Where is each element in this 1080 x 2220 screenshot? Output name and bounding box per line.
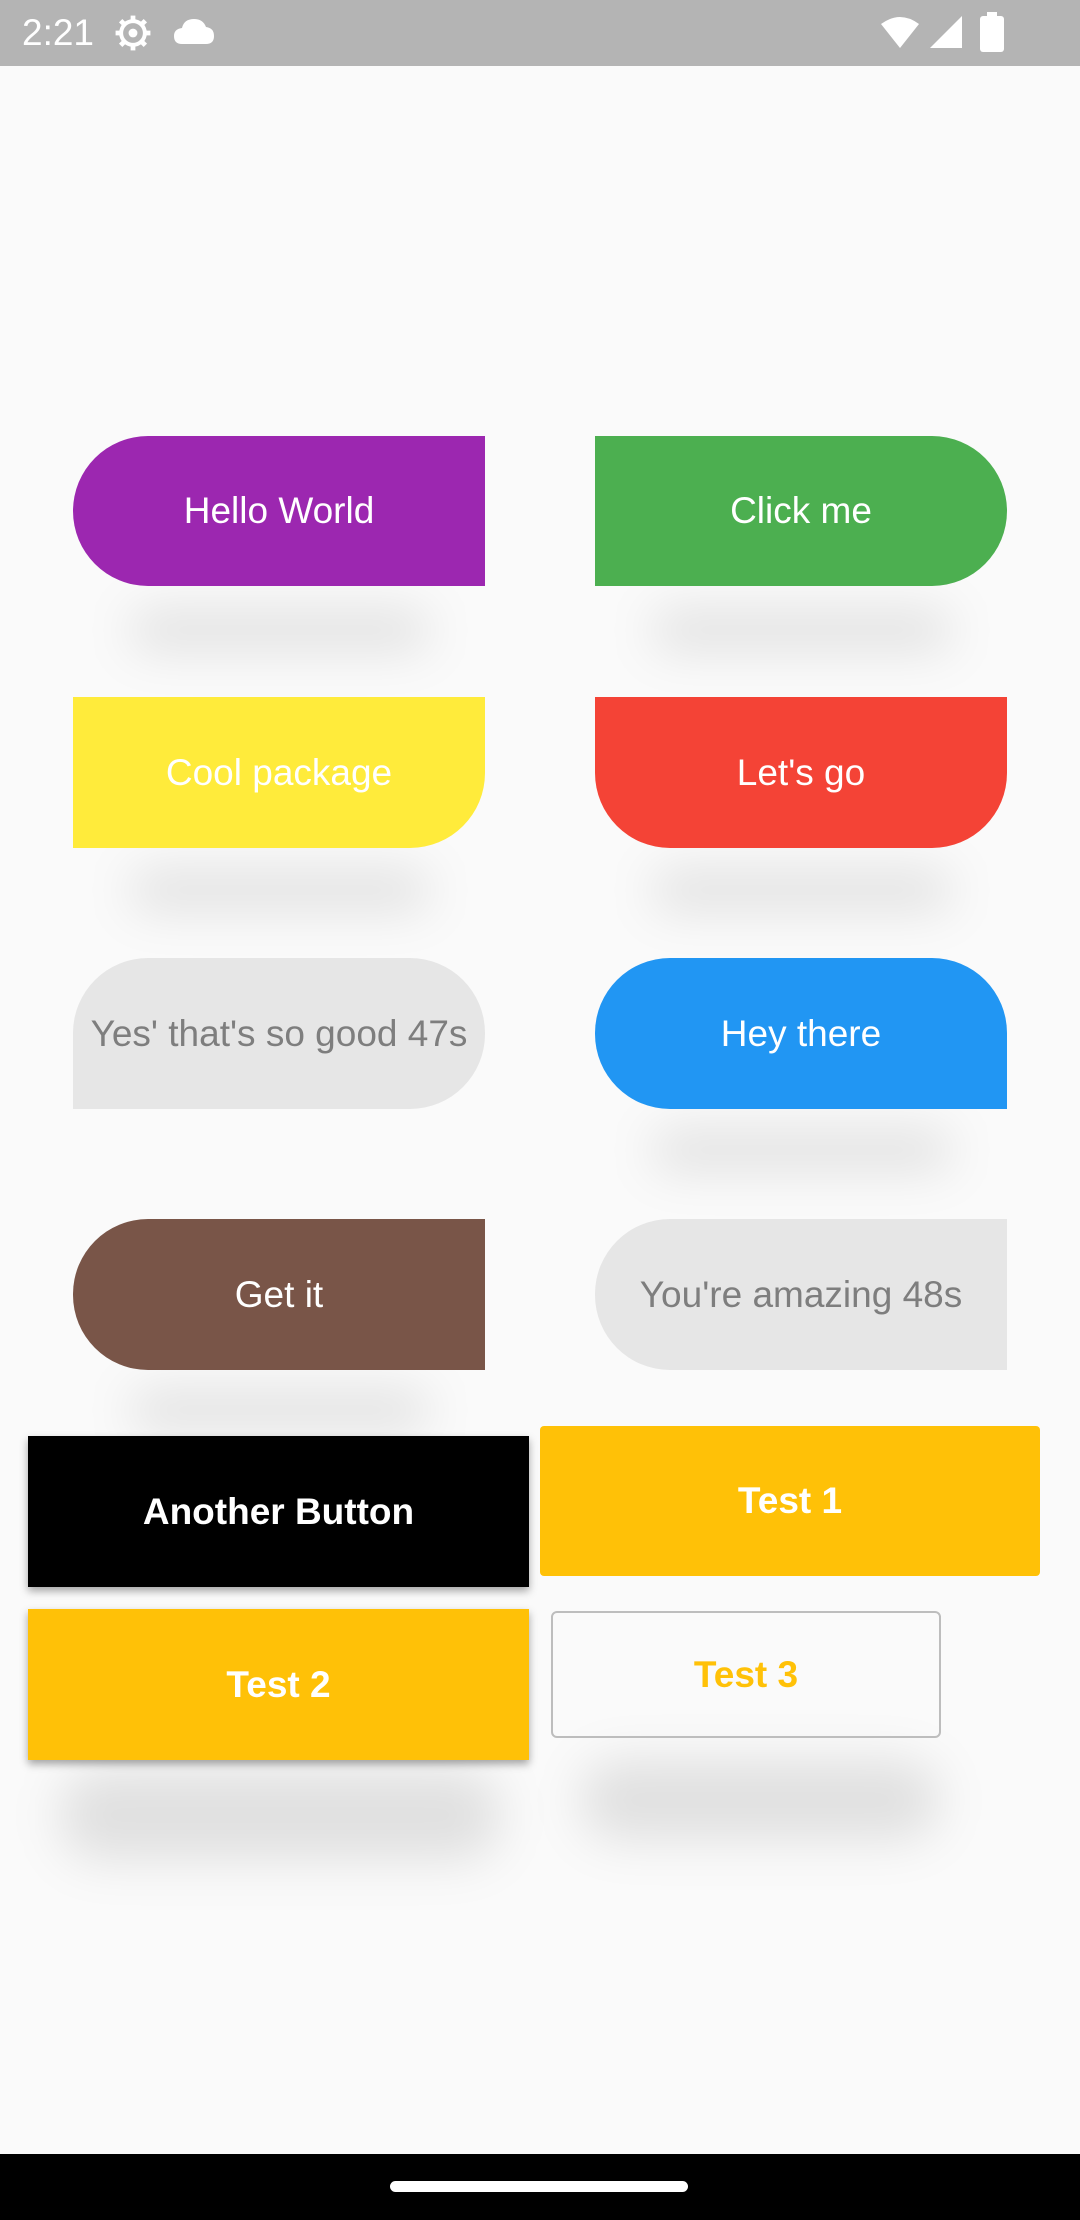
hey-there-button-label: Hey there bbox=[720, 1012, 882, 1054]
settings-gear-icon bbox=[115, 15, 151, 51]
hello-world-button[interactable]: Hello World bbox=[73, 436, 485, 586]
hey-there-button[interactable]: Hey there bbox=[595, 958, 1007, 1109]
status-time: 2:21 bbox=[22, 12, 95, 53]
cellular-signal-icon bbox=[930, 16, 962, 48]
yes-thats-so-good-button-label: Yes' that's so good 47s bbox=[90, 1012, 468, 1054]
battery-icon bbox=[980, 12, 1004, 52]
get-it-button[interactable]: Get it bbox=[73, 1219, 485, 1370]
button-shadow bbox=[580, 1760, 940, 1840]
app-screen: 2:21 Hello World Click me Cool package L… bbox=[0, 0, 1080, 2220]
cool-package-button[interactable]: Cool package bbox=[73, 697, 485, 848]
get-it-button-label: Get it bbox=[234, 1273, 324, 1315]
home-gesture-handle[interactable] bbox=[390, 2181, 688, 2192]
test-3-button[interactable]: Test 3 bbox=[551, 1611, 941, 1738]
test-2-button-label: Test 2 bbox=[226, 1663, 331, 1705]
navigation-bar bbox=[0, 2154, 1080, 2220]
button-shadow bbox=[652, 610, 952, 650]
youre-amazing-button[interactable]: You're amazing 48s bbox=[595, 1219, 1007, 1370]
lets-go-button-label: Let's go bbox=[736, 751, 866, 793]
button-shadow bbox=[130, 610, 430, 650]
status-bar: 2:21 bbox=[0, 0, 1080, 66]
test-1-button[interactable]: Test 1 bbox=[540, 1426, 1040, 1576]
button-shadow bbox=[652, 1130, 952, 1170]
youre-amazing-button-label: You're amazing 48s bbox=[639, 1273, 963, 1315]
button-shadow bbox=[652, 870, 952, 910]
yes-thats-so-good-button[interactable]: Yes' that's so good 47s bbox=[73, 958, 485, 1109]
click-me-button[interactable]: Click me bbox=[595, 436, 1007, 586]
click-me-button-label: Click me bbox=[730, 490, 872, 531]
button-shadow bbox=[60, 1770, 500, 1860]
cloud-icon bbox=[174, 19, 214, 44]
another-button-label: Another Button bbox=[142, 1490, 415, 1532]
test-3-button-label: Test 3 bbox=[693, 1653, 799, 1695]
hello-world-button-label: Hello World bbox=[183, 490, 375, 531]
lets-go-button[interactable]: Let's go bbox=[595, 697, 1007, 848]
button-shadow bbox=[130, 1390, 430, 1430]
test-1-button-label: Test 1 bbox=[737, 1480, 843, 1521]
button-shadow bbox=[130, 870, 430, 910]
cool-package-button-label: Cool package bbox=[165, 751, 393, 793]
another-button[interactable]: Another Button bbox=[28, 1436, 529, 1587]
test-2-button[interactable]: Test 2 bbox=[28, 1609, 529, 1760]
wifi-icon bbox=[881, 17, 919, 48]
